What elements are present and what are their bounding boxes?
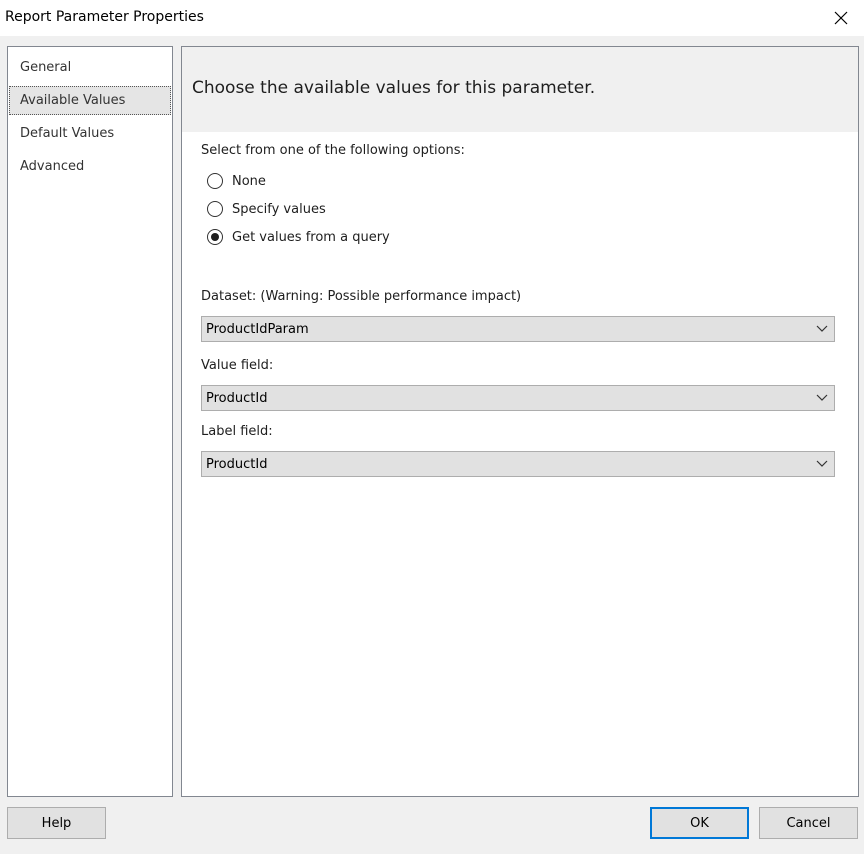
window-title: Report Parameter Properties	[5, 9, 204, 25]
label-field-label: Label field:	[201, 424, 273, 439]
content-header: Choose the available values for this par…	[182, 47, 858, 132]
nav-item-available-values[interactable]: Available Values	[9, 86, 171, 115]
label-field-value: ProductId	[206, 457, 268, 472]
nav-item-default-values[interactable]: Default Values	[9, 119, 171, 148]
nav-item-general[interactable]: General	[9, 53, 171, 82]
title-bar: Report Parameter Properties	[0, 0, 864, 36]
radio-option-specify-values[interactable]: Specify values	[207, 200, 326, 218]
chevron-down-icon	[816, 460, 828, 468]
dataset-dropdown[interactable]: ProductIdParam	[201, 316, 835, 342]
options-instructions: Select from one of the following options…	[201, 143, 465, 158]
ok-button[interactable]: OK	[650, 807, 749, 839]
label-field-dropdown[interactable]: ProductId	[201, 451, 835, 477]
page-heading: Choose the available values for this par…	[192, 78, 596, 98]
radio-button-specify-values[interactable]	[207, 201, 223, 217]
chevron-down-icon	[816, 325, 828, 333]
value-field-label: Value field:	[201, 358, 274, 373]
dataset-value: ProductIdParam	[206, 322, 309, 337]
dataset-label: Dataset: (Warning: Possible performance …	[201, 289, 522, 304]
radio-label-specify-values: Specify values	[232, 201, 326, 217]
value-field-value: ProductId	[206, 391, 268, 406]
nav-item-advanced[interactable]: Advanced	[9, 152, 171, 181]
radio-label-none: None	[232, 173, 266, 189]
cancel-button[interactable]: Cancel	[759, 807, 858, 839]
chevron-down-icon	[816, 394, 828, 402]
radio-label-query: Get values from a query	[232, 229, 390, 245]
help-button[interactable]: Help	[7, 807, 106, 839]
radio-button-none[interactable]	[207, 173, 223, 189]
page-navigation: General Available Values Default Values …	[7, 46, 173, 797]
close-icon	[834, 11, 848, 25]
content-panel: Choose the available values for this par…	[181, 46, 859, 797]
value-field-dropdown[interactable]: ProductId	[201, 385, 835, 411]
close-button[interactable]	[818, 0, 864, 36]
radio-button-query[interactable]	[207, 229, 223, 245]
radio-option-none[interactable]: None	[207, 172, 266, 190]
radio-option-query[interactable]: Get values from a query	[207, 228, 390, 246]
